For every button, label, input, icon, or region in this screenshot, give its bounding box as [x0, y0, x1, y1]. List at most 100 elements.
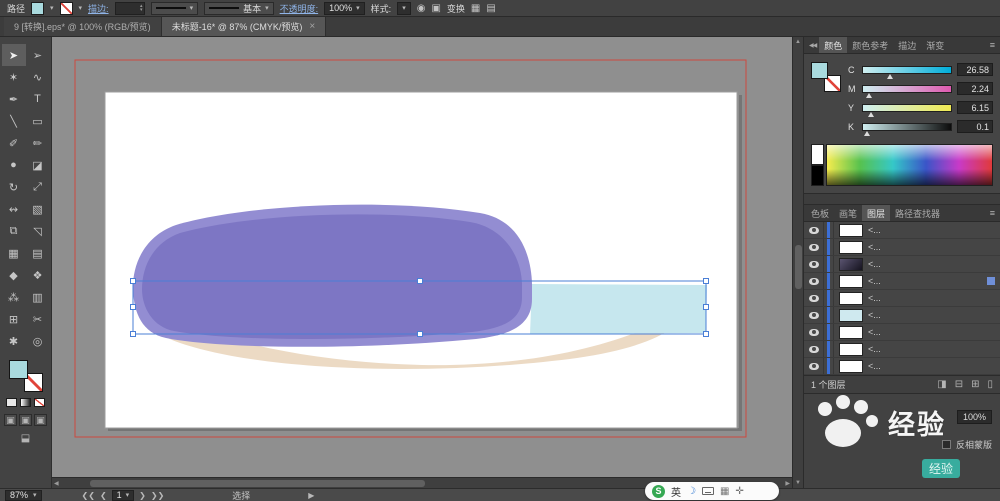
- layer-row[interactable]: <...: [804, 307, 1000, 324]
- opacity-label[interactable]: 不透明度:: [280, 2, 319, 15]
- slider-handle[interactable]: [865, 92, 872, 98]
- canvas-area[interactable]: ◀ ▶: [52, 37, 792, 488]
- visibility-eye-icon[interactable]: [804, 324, 824, 340]
- layer-thumbnail[interactable]: [839, 274, 863, 288]
- visibility-eye-icon[interactable]: [804, 273, 824, 289]
- stroke-weight-label[interactable]: 描边:: [88, 2, 109, 15]
- zoom-level-dropdown[interactable]: 87% ▾: [5, 489, 42, 501]
- panel-menu-icon[interactable]: ≡: [985, 40, 1000, 50]
- style-dropdown[interactable]: ▾: [397, 1, 411, 15]
- status-menu-icon[interactable]: ▶: [308, 491, 314, 500]
- layer-row[interactable]: <...: [804, 341, 1000, 358]
- selection-indicator[interactable]: [987, 277, 995, 285]
- direct-selection-tool[interactable]: ➢: [26, 44, 50, 66]
- layer-row[interactable]: <...: [804, 222, 1000, 239]
- layer-row[interactable]: <...: [804, 324, 1000, 341]
- artboard-tool[interactable]: ⊞: [2, 308, 26, 330]
- magenta-value[interactable]: 2.24: [957, 82, 993, 95]
- new-sublayer-icon[interactable]: ⊟: [955, 379, 963, 390]
- visibility-eye-icon[interactable]: [804, 222, 824, 238]
- ime-toolbar[interactable]: S 英 ☽ ▦ ✛: [645, 482, 779, 500]
- draw-behind-icon[interactable]: ▣: [19, 414, 32, 426]
- document-tab-1[interactable]: 9 [转换].eps* @ 100% (RGB/预览): [4, 17, 162, 36]
- layer-label[interactable]: <...: [868, 310, 881, 320]
- eraser-tool[interactable]: ◪: [26, 154, 50, 176]
- blob-brush-tool[interactable]: ●: [2, 154, 26, 176]
- stroke-caret-icon[interactable]: ▾: [79, 4, 83, 12]
- symbol-sprayer-tool[interactable]: ⁂: [2, 286, 26, 308]
- white-swatch[interactable]: [811, 144, 824, 165]
- slider-handle[interactable]: [868, 111, 875, 117]
- black-slider[interactable]: [862, 122, 952, 136]
- last-artboard-icon[interactable]: ❯❯: [151, 491, 164, 500]
- layer-label[interactable]: <...: [868, 293, 881, 303]
- visibility-eye-icon[interactable]: [804, 256, 824, 272]
- layer-label[interactable]: <...: [868, 276, 881, 286]
- layer-row[interactable]: <...: [804, 273, 1000, 290]
- layer-label[interactable]: <...: [868, 242, 881, 252]
- scroll-left-icon[interactable]: ◀: [54, 480, 59, 487]
- document-setup-icon[interactable]: ▣: [431, 3, 440, 14]
- slider-handle[interactable]: [863, 130, 870, 136]
- tab-layers[interactable]: 图层: [862, 205, 891, 221]
- vertical-scroll-thumb[interactable]: [795, 245, 802, 289]
- pathfinder-icon[interactable]: ▤: [486, 3, 495, 14]
- paintbrush-tool[interactable]: ✐: [2, 132, 26, 154]
- black-swatch[interactable]: [811, 165, 824, 186]
- layer-label[interactable]: <...: [868, 344, 881, 354]
- stroke-color-swatch[interactable]: [59, 1, 73, 15]
- none-mode-icon[interactable]: [34, 398, 45, 407]
- layer-thumbnail[interactable]: [839, 308, 863, 322]
- layer-thumbnail[interactable]: [839, 240, 863, 254]
- sogou-logo-icon[interactable]: S: [652, 484, 665, 498]
- visibility-eye-icon[interactable]: [804, 307, 824, 323]
- layer-thumbnail[interactable]: [839, 325, 863, 339]
- ime-mode-moon-icon[interactable]: ☽: [687, 486, 696, 497]
- fill-color-swatch[interactable]: [31, 1, 45, 15]
- layer-label[interactable]: <...: [868, 225, 881, 235]
- layer-thumbnail[interactable]: [839, 359, 863, 373]
- ime-language-label[interactable]: 英: [671, 484, 681, 499]
- visibility-eye-icon[interactable]: [804, 290, 824, 306]
- new-layer-icon[interactable]: ⊞: [971, 379, 979, 390]
- selection-handle[interactable]: [130, 304, 136, 310]
- align-icon[interactable]: ▦: [471, 3, 480, 14]
- selection-handle[interactable]: [130, 278, 136, 284]
- black-value[interactable]: 0.1: [957, 120, 993, 133]
- selection-handle[interactable]: [417, 278, 423, 284]
- cyan-value[interactable]: 26.58: [957, 63, 993, 76]
- yellow-slider[interactable]: [862, 103, 952, 117]
- document-tab-2[interactable]: 未标题-16* @ 87% (CMYK/预览) ×: [161, 17, 327, 36]
- close-tab-icon[interactable]: ×: [309, 21, 315, 32]
- vertical-scrollbar[interactable]: ▲ ▼: [792, 37, 804, 488]
- stroke-weight-stepper[interactable]: ▴ ▾: [114, 1, 145, 15]
- next-artboard-icon[interactable]: ❯: [139, 491, 146, 500]
- selection-tool[interactable]: ➤: [1, 44, 26, 66]
- mesh-tool[interactable]: ▦: [2, 242, 26, 264]
- slice-tool[interactable]: ✂: [26, 308, 50, 330]
- pen-tool[interactable]: ✒: [2, 88, 26, 110]
- layer-row[interactable]: <...: [804, 290, 1000, 307]
- scale-tool[interactable]: ⤢: [26, 176, 50, 198]
- layer-row[interactable]: <...: [804, 256, 1000, 273]
- free-transform-tool[interactable]: ▧: [26, 198, 50, 220]
- make-clip-mask-icon[interactable]: ◨: [937, 379, 946, 390]
- tab-gradient[interactable]: 渐变: [921, 37, 949, 53]
- selection-handle[interactable]: [130, 331, 136, 337]
- eyedropper-tool[interactable]: ◆: [2, 264, 26, 286]
- stick-shape[interactable]: [530, 284, 707, 334]
- scroll-down-icon[interactable]: ▼: [795, 480, 801, 486]
- artboard-number-dropdown[interactable]: 1 ▾: [111, 489, 135, 501]
- magic-wand-tool[interactable]: ✶: [2, 66, 26, 88]
- magenta-slider[interactable]: [862, 84, 952, 98]
- delete-layer-icon[interactable]: ▯: [987, 379, 993, 390]
- first-artboard-icon[interactable]: ❮❮: [82, 491, 95, 500]
- ime-grid-icon[interactable]: ▦: [720, 486, 729, 497]
- layer-label[interactable]: <...: [868, 361, 881, 371]
- transform-label[interactable]: 变换: [447, 2, 465, 15]
- draw-normal-icon[interactable]: ▣: [4, 414, 17, 426]
- layer-label[interactable]: <...: [868, 327, 881, 337]
- rectangle-tool[interactable]: ▭: [26, 110, 50, 132]
- scroll-right-icon[interactable]: ▶: [785, 480, 790, 487]
- bw-swatches[interactable]: [811, 144, 824, 186]
